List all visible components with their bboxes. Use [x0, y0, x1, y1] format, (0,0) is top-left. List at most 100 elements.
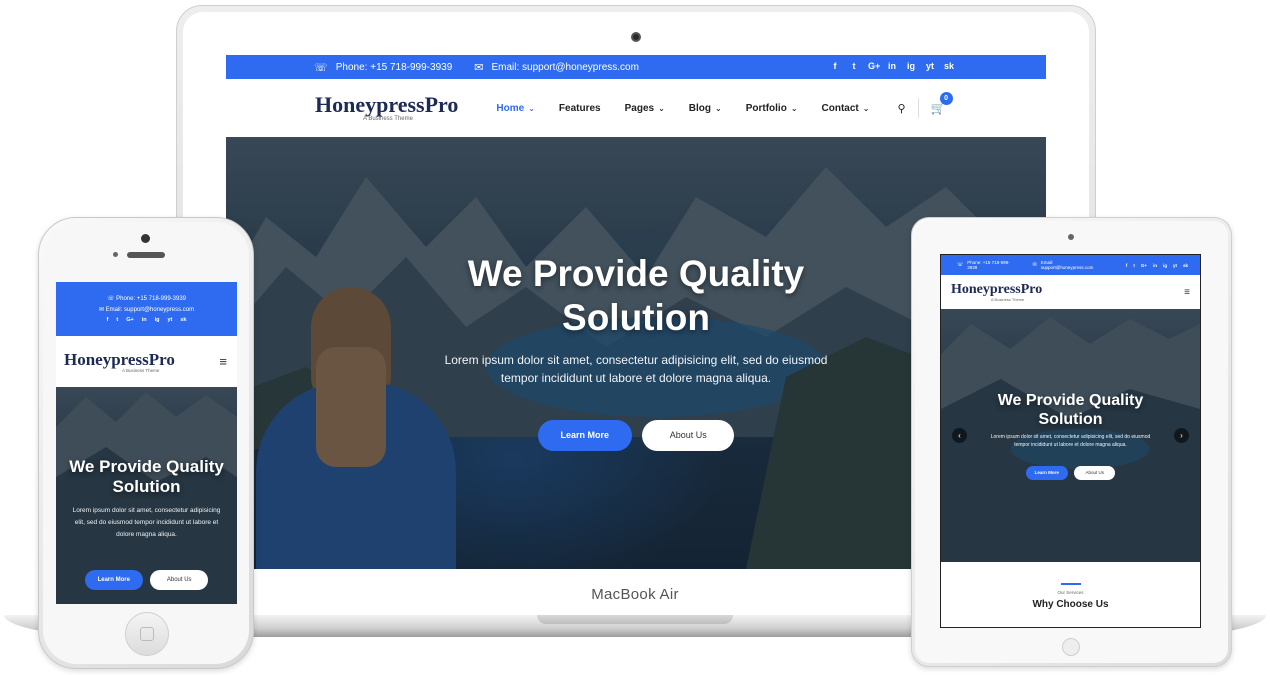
- mobile-hero-text-l2: elit, sed do eiusmod tempor incididunt u…: [74, 519, 219, 527]
- instagram-icon[interactable]: ig: [1163, 263, 1167, 268]
- mobile-hero-text-l3: dolore magna aliqua.: [116, 531, 177, 539]
- mobile-topbar: ☏ Phone: +15 718-999-3939 ✉ Email: suppo…: [56, 282, 237, 336]
- logo-main: Honeypress: [315, 92, 425, 117]
- hero-text-line1: Lorem ipsum dolor sit amet, consectetur …: [444, 352, 828, 367]
- facebook-icon[interactable]: f: [1126, 263, 1128, 268]
- tablet-about-us-button[interactable]: About Us: [1074, 465, 1116, 480]
- mobile-hero-text-l1: Lorem ipsum dolor sit amet, consectetur …: [72, 506, 221, 514]
- mobile-hero-title: We Provide Quality Solution: [56, 457, 237, 498]
- mobile-hero: We Provide Quality Solution Lorem ipsum …: [56, 387, 237, 604]
- nav-home[interactable]: Home ⌄: [496, 103, 535, 114]
- tablet-hero-title: We Provide Quality Solution: [941, 391, 1200, 429]
- linkedin-icon[interactable]: in: [1153, 263, 1157, 268]
- iphone-speaker: [127, 252, 165, 258]
- linkedin-icon[interactable]: in: [142, 317, 147, 323]
- tablet-hero-title-line1: We Provide Quality: [997, 392, 1144, 409]
- hero-title-line1: We Provide Quality: [467, 253, 805, 294]
- nav-features-label: Features: [558, 102, 601, 114]
- nav-portfolio-label: Portfolio: [745, 102, 787, 114]
- iphone-camera: [141, 234, 150, 243]
- mobile-hero-title-line2: Solution: [112, 477, 181, 497]
- cart-count-badge: 0: [939, 92, 953, 105]
- google-plus-icon[interactable]: G+: [868, 61, 880, 71]
- instagram-icon[interactable]: ig: [906, 61, 916, 71]
- mobile-hero-content: We Provide Quality Solution Lorem ipsum …: [56, 457, 237, 590]
- topbar-phone: ☏ Phone: +15 718-999-3939: [314, 61, 452, 74]
- mobile-site-logo[interactable]: HoneypressPro A Business Theme: [64, 351, 175, 373]
- tablet-logo-pro: Pro: [1020, 281, 1043, 297]
- main-nav: Home ⌄ Features Pages ⌄ Blog ⌄ Portfolio ⌄ C…: [496, 103, 893, 114]
- tablet-hero-text-line1: Lorem ipsum dolor sit amet, consectetur …: [990, 434, 1151, 441]
- nav-portfolio[interactable]: Portfolio ⌄: [746, 103, 798, 114]
- macbook-camera: [631, 32, 641, 42]
- tablet-logo-main: Honeypress: [951, 281, 1021, 297]
- ipad-home-button: [1062, 638, 1080, 656]
- phone-icon: ☏: [106, 296, 117, 302]
- tablet-topbar-phone: ☏ Phone: +15 718-999-3939: [957, 260, 1019, 270]
- tablet-learn-more-button[interactable]: Learn More: [1025, 465, 1068, 480]
- services-section: Our Services Why Choose Us: [941, 562, 1200, 627]
- nav-home-label: Home: [496, 102, 525, 114]
- tablet-topbar: ☏ Phone: +15 718-999-3939 ✉ Email: support…: [941, 255, 1200, 275]
- nav-contact-label: Contact: [821, 102, 859, 114]
- mobile-about-us-button[interactable]: About Us: [150, 569, 209, 590]
- iphone-sensor: [113, 252, 118, 257]
- twitter-icon[interactable]: t: [1133, 263, 1135, 268]
- chevron-down-icon: ⌄: [790, 103, 798, 113]
- google-plus-icon[interactable]: G+: [1141, 263, 1147, 268]
- envelope-icon: ✉: [98, 307, 106, 313]
- youtube-icon[interactable]: yt: [1173, 263, 1177, 268]
- youtube-icon[interactable]: yt: [167, 317, 172, 323]
- youtube-icon[interactable]: yt: [925, 61, 935, 71]
- instagram-icon[interactable]: ig: [155, 317, 160, 323]
- hero-title-line2: Solution: [562, 297, 710, 339]
- tablet-phone-text: Phone: +15 718-999-3939: [967, 260, 1010, 270]
- email-text: Email: support@honeypress.com: [491, 61, 639, 73]
- about-us-button[interactable]: About Us: [642, 419, 735, 451]
- nav-contact[interactable]: Contact ⌄: [822, 103, 870, 114]
- tablet-topbar-email: ✉ Email: support@honeypress.com: [1033, 260, 1106, 270]
- facebook-icon[interactable]: f: [830, 61, 840, 71]
- mobile-logo-pro: Pro: [148, 349, 175, 369]
- hamburger-menu-icon[interactable]: ≡: [219, 354, 227, 369]
- topbar-email: ✉ Email: support@honeypress.com: [474, 61, 639, 74]
- nav-blog[interactable]: Blog ⌄: [689, 103, 722, 114]
- skype-icon[interactable]: sk: [180, 317, 186, 323]
- skype-icon[interactable]: sk: [944, 61, 954, 71]
- mobile-logo-main: Honeypress: [64, 349, 149, 369]
- nav-pages-label: Pages: [624, 102, 655, 114]
- search-icon[interactable]: ⚲: [897, 102, 905, 115]
- facebook-icon[interactable]: f: [107, 317, 109, 323]
- twitter-icon[interactable]: t: [849, 61, 859, 71]
- site-logo[interactable]: HoneypressPro A Business Theme: [315, 92, 458, 123]
- services-subtitle: Our Services: [1057, 590, 1084, 595]
- learn-more-button[interactable]: Learn More: [537, 419, 632, 451]
- chevron-down-icon: ⌄: [715, 103, 722, 113]
- envelope-icon: ✉: [474, 61, 484, 74]
- phone-icon: ☏: [957, 262, 964, 268]
- mobile-header: HoneypressPro A Business Theme ≡: [56, 336, 237, 387]
- header-divider: [917, 98, 919, 118]
- google-plus-icon[interactable]: G+: [126, 317, 134, 323]
- tablet-hero-text: Lorem ipsum dolor sit amet, consectetur …: [941, 434, 1200, 450]
- chevron-down-icon: ⌄: [658, 103, 665, 113]
- desktop-topbar: ☏ Phone: +15 718-999-3939 ✉ Email: suppo…: [226, 55, 1046, 79]
- linkedin-icon[interactable]: in: [887, 61, 897, 71]
- cart-button[interactable]: 🛒 0: [931, 92, 953, 115]
- tablet-email-text: Email: support@honeypress.com: [1040, 260, 1094, 270]
- hamburger-menu-icon[interactable]: ≡: [1184, 287, 1190, 298]
- mobile-learn-more-button[interactable]: Learn More: [84, 569, 143, 590]
- social-links: f t G+ in ig yt sk: [821, 61, 955, 71]
- iphone-home-button-square: [140, 627, 154, 641]
- tablet-hero-content: We Provide Quality Solution Lorem ipsum …: [941, 391, 1200, 480]
- chevron-down-icon: ⌄: [528, 103, 535, 113]
- mobile-hero-title-line1: We Provide Quality: [69, 457, 224, 476]
- nav-features[interactable]: Features: [559, 103, 601, 114]
- twitter-icon[interactable]: t: [116, 317, 118, 323]
- tablet-logo-tagline: A Business Theme: [991, 296, 1025, 302]
- skype-icon[interactable]: sk: [1183, 263, 1188, 268]
- nav-pages[interactable]: Pages ⌄: [625, 103, 665, 114]
- tablet-site-logo[interactable]: HoneypressPro A Business Theme: [951, 281, 1043, 302]
- macbook-base-notch: [537, 615, 733, 624]
- mobile-email-text: Email: support@honeypress.com: [105, 307, 195, 313]
